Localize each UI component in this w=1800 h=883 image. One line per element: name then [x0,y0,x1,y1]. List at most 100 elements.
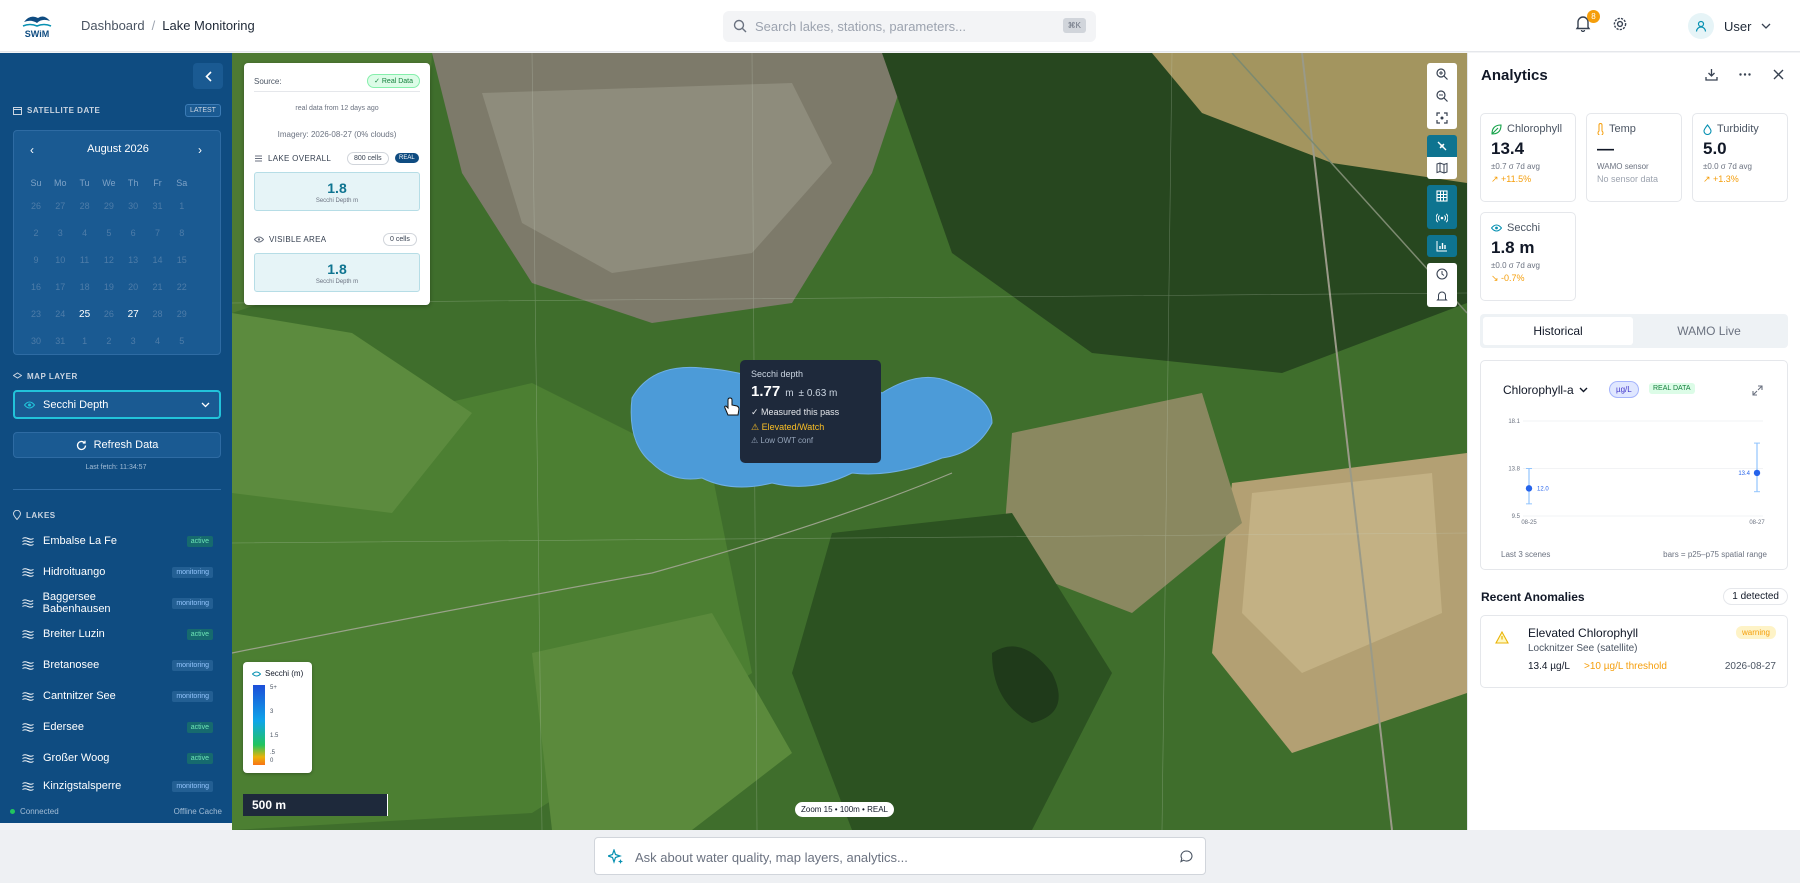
lake-item[interactable]: Hidroituango monitoring [13,560,213,584]
map-layer-select[interactable]: Secchi Depth [13,390,221,419]
swim-logo[interactable]: SWiM [20,12,54,40]
zoom-out-button[interactable] [1427,85,1457,107]
calendar-day[interactable]: 18 [73,282,97,292]
calendar-day[interactable]: 5 [170,336,194,346]
search-input[interactable] [755,16,1045,37]
calendar-day[interactable]: 14 [145,255,169,265]
calendar-day[interactable]: 13 [121,255,145,265]
calendar-day[interactable]: 4 [145,336,169,346]
lake-item[interactable]: Baggersee Babenhausen monitoring [13,591,213,615]
breadcrumb-dashboard[interactable]: Dashboard [81,18,145,33]
close-icon[interactable] [1773,69,1784,80]
calendar-day[interactable]: 11 [73,255,97,265]
lake-item[interactable]: Bretanosee monitoring [13,653,213,677]
zoom-indicator: Zoom 15 • 100m • REAL [795,802,894,817]
lake-item[interactable]: Cantnitzer See monitoring [13,684,213,708]
metric-card-temp[interactable]: Temp — WAMO sensor No sensor data [1586,113,1682,202]
calendar-day[interactable]: 8 [170,228,194,238]
fit-extent-button[interactable] [1427,107,1457,129]
latest-badge[interactable]: LATEST [185,104,221,117]
search-bar[interactable]: ⌘K [723,11,1096,42]
calendar-day[interactable]: 12 [97,255,121,265]
collapse-sidebar-button[interactable] [193,63,223,89]
calendar-day[interactable]: 30 [24,336,48,346]
expand-icon[interactable] [1752,385,1763,396]
calendar-day[interactable]: 2 [97,336,121,346]
lake-item[interactable]: Großer Woog active [13,746,213,770]
calendar-day[interactable]: 20 [121,282,145,292]
calendar-day[interactable]: 7 [145,228,169,238]
assistant-input-box[interactable] [594,837,1206,875]
zoom-in-button[interactable] [1427,63,1457,85]
analytics-button[interactable] [1427,235,1457,257]
calendar-day[interactable]: 29 [170,309,194,320]
download-icon[interactable] [1705,68,1718,81]
lake-item[interactable]: Kinzigstalsperre monitoring [13,777,213,795]
history-button[interactable] [1427,263,1457,285]
hand-cursor-icon [724,397,740,416]
calendar-day-available[interactable]: 25 [73,309,97,320]
calendar-day[interactable]: 3 [48,228,72,238]
calendar-day[interactable]: 10 [48,255,72,265]
more-icon[interactable] [1739,73,1751,76]
calendar-day[interactable]: 17 [48,282,72,292]
calendar-day[interactable]: 31 [48,336,72,346]
calendar-day[interactable]: 2 [24,228,48,238]
lake-item[interactable]: Breiter Luzin active [13,622,213,646]
calendar-day[interactable]: 5 [97,228,121,238]
calendar-day[interactable]: 21 [145,282,169,292]
lake-name: Hidroituango [43,566,106,578]
gear-icon[interactable] [1612,16,1628,32]
calendar-day[interactable]: 30 [121,201,145,211]
tab-historical[interactable]: Historical [1483,317,1633,345]
calendar-prev-button[interactable]: ‹ [30,143,34,157]
calendar-day[interactable]: 19 [97,282,121,292]
metric-card-turbidity[interactable]: Turbidity 5.0 ±0.0 σ 7d avg ↗ +1.3% [1692,113,1788,202]
basemap-button[interactable] [1427,157,1457,179]
calendar-day[interactable]: 31 [145,201,169,211]
zoom-out-icon [1436,90,1448,102]
metric-card-secchi[interactable]: Secchi 1.8 m ±0.0 σ 7d avg ↘ -0.7% [1480,212,1576,301]
map-view[interactable]: Source: ✓ Real Data real data from 12 da… [232,53,1467,830]
calendar-next-button[interactable]: › [198,143,202,157]
calendar-day[interactable]: 24 [48,309,72,320]
calendar-day[interactable]: 27 [48,201,72,211]
lake-item[interactable]: Embalse La Fe active [13,529,213,553]
refresh-data-button[interactable]: Refresh Data [13,432,221,458]
calendar-day[interactable]: 28 [73,201,97,211]
lake-item[interactable]: Edersee active [13,715,213,739]
connection-status: Connected [20,807,59,816]
leaf-icon [1491,123,1502,135]
unit-pill[interactable]: µg/L [1609,381,1639,398]
legend-title-text: Secchi (m) [265,669,304,678]
calendar-day[interactable]: 9 [24,255,48,265]
calendar-day[interactable]: 6 [121,228,145,238]
waves-icon [22,567,34,577]
tab-wamo-live[interactable]: WAMO Live [1634,317,1784,345]
chat-icon[interactable] [1180,850,1193,863]
offline-cache-link[interactable]: Offline Cache [174,807,222,816]
assistant-input[interactable] [635,847,1155,867]
layer-toggle-button[interactable] [1427,135,1457,157]
calendar-day[interactable]: 16 [24,282,48,292]
calendar-day[interactable]: 1 [170,201,194,211]
user-menu[interactable]: User [1688,13,1771,39]
calendar-day[interactable]: 15 [170,255,194,265]
calendar-day[interactable]: 3 [121,336,145,346]
chart-parameter-select[interactable]: Chlorophyll-a [1503,383,1588,397]
calendar-day[interactable]: 22 [170,282,194,292]
calendar-day[interactable]: 26 [24,201,48,211]
calendar-day-selected[interactable]: 27 [121,309,145,320]
calendar-day[interactable]: 26 [97,309,121,320]
stations-button[interactable] [1427,207,1457,229]
anomaly-card[interactable]: Elevated Chlorophyll warning Locknitzer … [1480,615,1788,688]
calendar-day[interactable]: 29 [97,201,121,211]
calendar-day[interactable]: 1 [73,336,97,346]
calendar: ‹ August 2026 › Su Mo Tu We Th Fr Sa 26 27 28 29 3… [13,130,221,355]
alerts-button[interactable] [1427,285,1457,307]
calendar-day[interactable]: 4 [73,228,97,238]
calendar-day[interactable]: 28 [145,309,169,320]
metric-card-chlorophyll[interactable]: Chlorophyll 13.4 ±0.7 σ 7d avg ↗ +11.5% [1480,113,1576,202]
calendar-day[interactable]: 23 [24,309,48,320]
grid-button[interactable] [1427,185,1457,207]
